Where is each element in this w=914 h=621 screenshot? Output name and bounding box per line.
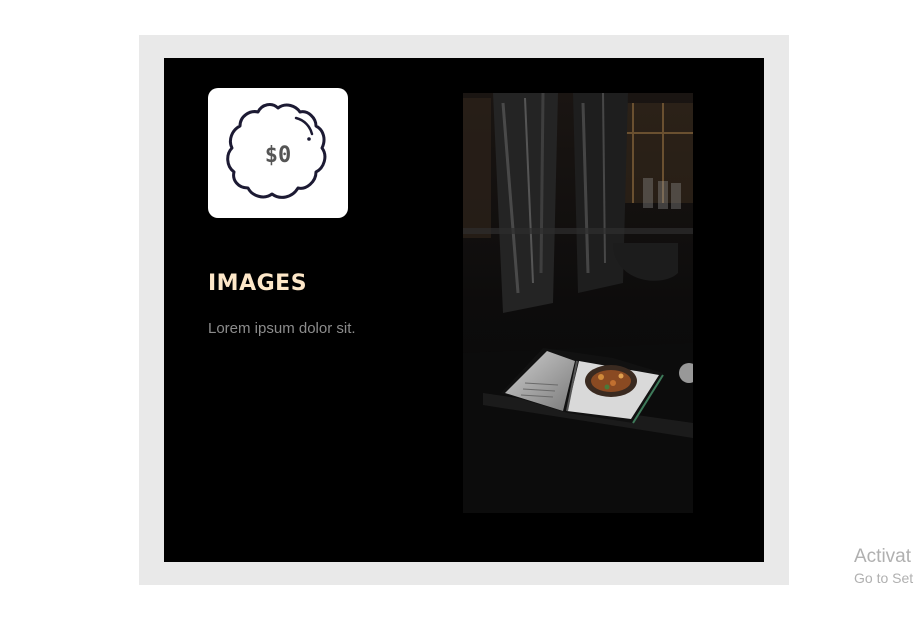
card-title: IMAGES [208,271,308,296]
card-description: Lorem ipsum dolor sit. [208,320,356,337]
price-badge-icon: $0 [226,103,327,199]
watermark-subtitle: Go to Set [854,570,914,586]
card-photo [463,93,693,513]
photo-illustration [463,93,693,513]
feature-card: $0 IMAGES Lorem ipsum dolor sit. [164,58,764,562]
price-badge-tile: $0 [208,88,348,218]
watermark-title: Activat [854,546,912,567]
badge-price-text: $0 [265,143,292,168]
card-frame: $0 IMAGES Lorem ipsum dolor sit. [139,35,789,585]
activation-watermark: Activat Go to Set [854,545,913,587]
